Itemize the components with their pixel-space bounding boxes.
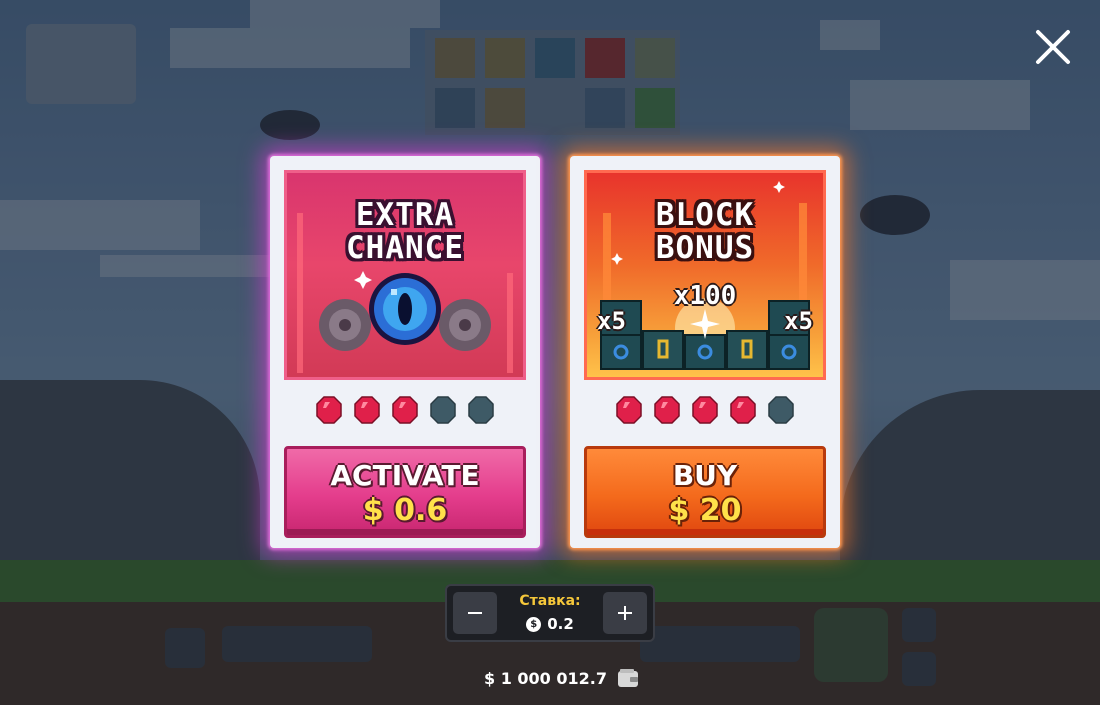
buy-price: $ 20 — [668, 493, 742, 528]
extra-chance-gems — [270, 396, 540, 426]
multiplier-right: x5 — [784, 307, 813, 335]
extra-chance-card: EXTRA CHANCE ACTIVATE $ 0.6 — [270, 156, 540, 548]
block-bonus-art: BLOCK BONUS x100 x5 x5 — [584, 170, 826, 380]
close-button[interactable] — [1028, 22, 1078, 72]
plus-icon — [618, 606, 632, 620]
activate-button[interactable]: ACTIVATE $ 0.6 — [284, 446, 526, 538]
extra-chance-art: EXTRA CHANCE — [284, 170, 526, 380]
bonus-blocks-icon — [600, 181, 810, 370]
gem-filled-icon — [392, 396, 418, 424]
block-bonus-gems — [570, 396, 840, 426]
currency-icon: $ — [526, 616, 542, 632]
buy-label: BUY — [672, 459, 738, 492]
eye-orb-icon — [319, 271, 491, 351]
block-bonus-card: BLOCK BONUS x100 x5 x5 BUY $ 20 — [570, 156, 840, 548]
gem-empty-icon — [768, 396, 794, 424]
gem-empty-icon — [468, 396, 494, 424]
gem-filled-icon — [316, 396, 342, 424]
activate-price: $ 0.6 — [362, 493, 448, 528]
activate-label: ACTIVATE — [330, 459, 480, 492]
gem-filled-icon — [730, 396, 756, 424]
bet-label: Ставка: — [519, 593, 581, 609]
gem-empty-icon — [430, 396, 456, 424]
bet-value: 0.2 — [547, 615, 574, 633]
multiplier-left: x5 — [597, 307, 626, 335]
bet-increase-button[interactable] — [603, 592, 647, 634]
gem-filled-icon — [692, 396, 718, 424]
bet-value-row: $ 0.2 — [503, 615, 597, 633]
buy-button[interactable]: BUY $ 20 — [584, 446, 826, 538]
close-icon — [1036, 30, 1070, 64]
bet-decrease-button[interactable] — [453, 592, 497, 634]
gem-filled-icon — [654, 396, 680, 424]
bet-control: Ставка: $ 0.2 — [445, 584, 655, 642]
wallet-icon[interactable] — [617, 668, 639, 688]
balance-value: $ 1 000 012.7 — [484, 668, 607, 688]
gem-filled-icon — [616, 396, 642, 424]
gem-filled-icon — [354, 396, 380, 424]
balance: $ 1 000 012.7 — [484, 667, 639, 689]
minus-icon — [468, 612, 482, 614]
